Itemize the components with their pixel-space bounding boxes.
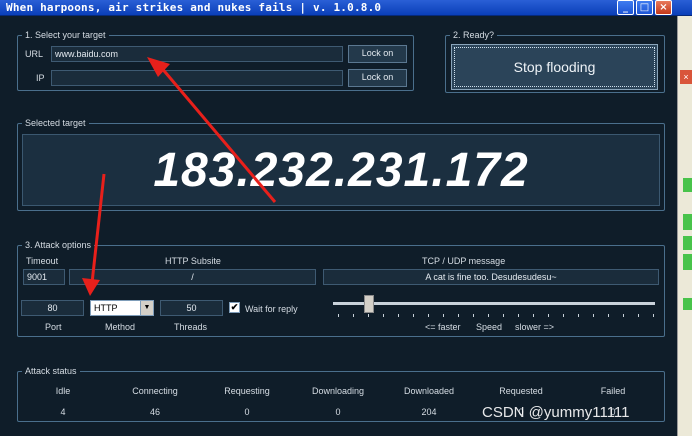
attack-status-legend: Attack status — [25, 366, 77, 376]
timeout-input[interactable]: 9001 — [23, 269, 65, 285]
background-status-bar — [683, 178, 692, 192]
window-title: When harpoons, air strikes and nukes fai… — [6, 1, 382, 14]
speed-slider-tick — [398, 314, 399, 317]
status-column-value: 4 — [60, 407, 66, 417]
threads-label: Threads — [174, 322, 208, 332]
speed-slower-label: slower => — [515, 322, 555, 332]
stop-flooding-button[interactable]: Stop flooding — [451, 44, 658, 90]
speed-slider-tick — [413, 314, 414, 317]
speed-slider-thumb[interactable] — [364, 295, 374, 313]
speed-slider-tick — [623, 314, 624, 317]
status-column-label: Idle — [55, 386, 71, 396]
background-close-icon: × — [680, 70, 692, 84]
speed-slider-tick — [638, 314, 639, 317]
speed-label: Speed — [476, 322, 503, 332]
speed-slider-tick — [443, 314, 444, 317]
maximize-icon[interactable]: □ — [636, 0, 653, 15]
speed-slider-tick — [488, 314, 489, 317]
wait-for-reply-checkbox[interactable]: ✔ — [229, 302, 240, 313]
speed-slider-tick — [368, 314, 369, 317]
speed-slider-tick — [578, 314, 579, 317]
message-input[interactable]: A cat is fine too. Desudesudesu~ — [323, 269, 659, 285]
http-subsite-input[interactable]: / — [69, 269, 316, 285]
message-label: TCP / UDP message — [422, 256, 506, 266]
wait-for-reply-label: Wait for reply — [245, 304, 298, 314]
status-column-label: Requesting — [224, 386, 270, 396]
background-status-bar — [683, 236, 692, 250]
lock-on-ip-button[interactable]: Lock on — [348, 69, 407, 87]
url-label: URL — [25, 49, 44, 59]
background-status-bar — [683, 254, 692, 270]
speed-slider-tick — [503, 314, 504, 317]
speed-slider-track[interactable] — [333, 302, 655, 305]
threads-input[interactable]: 50 — [160, 300, 223, 316]
speed-slider-tick — [593, 314, 594, 317]
close-icon[interactable]: × — [655, 0, 672, 15]
port-label: Port — [45, 322, 62, 332]
status-column-label: Connecting — [132, 386, 178, 396]
speed-slider-tick — [338, 314, 339, 317]
speed-slider-tick — [563, 314, 564, 317]
speed-slider-tick — [608, 314, 609, 317]
background-status-bar — [683, 298, 692, 310]
speed-slider-tick — [518, 314, 519, 317]
speed-slider-tick — [473, 314, 474, 317]
method-select-value: HTTP — [94, 303, 118, 313]
status-column-label: Failed — [600, 386, 626, 396]
speed-faster-label: <= faster — [425, 322, 461, 332]
speed-slider-tick — [458, 314, 459, 317]
status-column-value: 204 — [421, 407, 437, 417]
selected-target-legend: Selected target — [25, 118, 86, 128]
target-group-legend: 1. Select your target — [25, 30, 106, 40]
lock-on-url-button[interactable]: Lock on — [348, 45, 407, 63]
method-label: Method — [105, 322, 136, 332]
status-column-label: Downloading — [311, 386, 365, 396]
speed-slider-tick — [533, 314, 534, 317]
status-column-value: 0 — [244, 407, 250, 417]
chevron-down-icon[interactable]: ▼ — [140, 301, 153, 315]
csdn-watermark: CSDN @yummy11111 — [482, 404, 630, 421]
speed-slider-tick — [653, 314, 654, 317]
status-column-value: 0 — [335, 407, 341, 417]
http-subsite-label: HTTP Subsite — [165, 256, 221, 266]
status-column-label: Downloaded — [403, 386, 455, 396]
attack-options-legend: 3. Attack options — [25, 240, 92, 250]
selected-target-ip: 183.232.231.172 — [22, 134, 660, 206]
url-input[interactable]: www.baidu.com — [51, 46, 343, 62]
minimize-icon[interactable]: _ — [617, 0, 634, 15]
port-input[interactable]: 80 — [21, 300, 84, 316]
status-column-label: Requested — [499, 386, 543, 396]
ready-group-legend: 2. Ready? — [453, 30, 495, 40]
method-select[interactable]: HTTP ▼ — [90, 300, 154, 316]
ip-label: IP — [36, 73, 45, 83]
window-title-bar[interactable]: When harpoons, air strikes and nukes fai… — [0, 0, 692, 16]
background-status-bar — [683, 214, 692, 230]
speed-slider-tick — [548, 314, 549, 317]
speed-slider-tick — [353, 314, 354, 317]
status-column-value: 46 — [149, 407, 160, 417]
timeout-label: Timeout — [26, 256, 59, 266]
speed-slider-tick — [428, 314, 429, 317]
speed-slider-tick — [383, 314, 384, 317]
ip-input[interactable] — [51, 70, 343, 86]
